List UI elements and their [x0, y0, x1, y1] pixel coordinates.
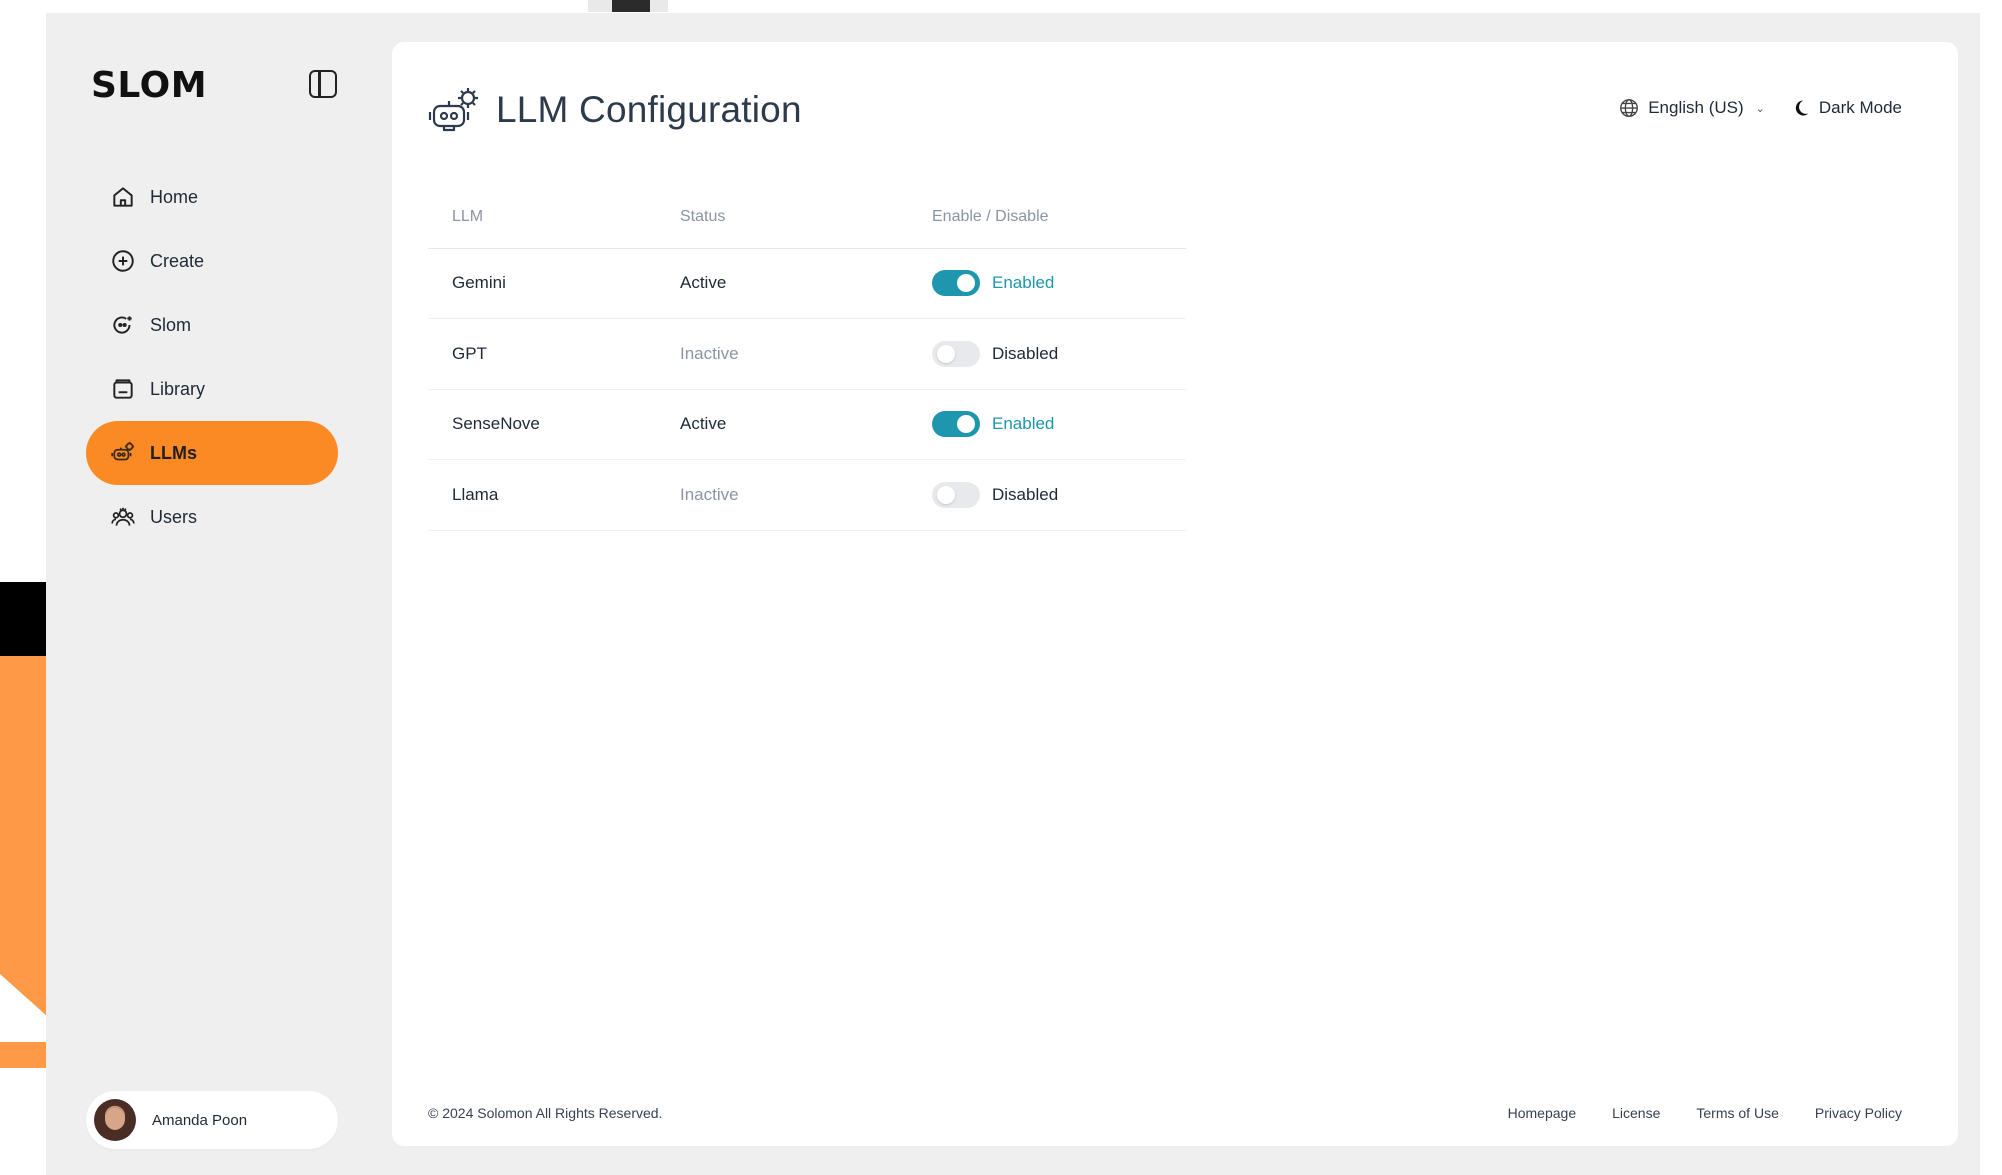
toggle-cell: Disabled	[908, 318, 1186, 390]
llm-name: GPT	[428, 318, 656, 390]
toggle-label: Disabled	[992, 343, 1059, 363]
sidebar-item-label: Home	[150, 186, 199, 207]
sidebar-item-users[interactable]: Users	[86, 485, 338, 549]
robot-icon	[428, 86, 482, 134]
app-logo: SLOM	[91, 65, 208, 106]
chat-bot-icon	[110, 312, 136, 338]
llm-name: SenseNove	[428, 389, 656, 460]
toggle-label: Enabled	[992, 414, 1055, 434]
enable-toggle-switch[interactable]	[932, 270, 980, 297]
table-row: Gemini Active Enabled	[428, 248, 1186, 319]
column-header-status: Status	[656, 186, 908, 249]
top-actions: English (US) ⌄ Dark Mode	[1618, 97, 1902, 119]
moon-icon	[1791, 98, 1811, 118]
dark-mode-toggle[interactable]: Dark Mode	[1791, 98, 1902, 118]
main-panel: LLM Configuration English (US) ⌄ Dark Mo…	[392, 42, 1958, 1146]
footer-link-license[interactable]: License	[1612, 1105, 1660, 1121]
sidebar-nav: Home Create Slom Library LLMs Users	[86, 165, 338, 549]
sidebar-item-label: Slom	[150, 314, 192, 335]
sidebar-item-label: LLMs	[150, 442, 197, 463]
llm-status: Inactive	[656, 318, 908, 390]
footer-link-homepage[interactable]: Homepage	[1508, 1105, 1577, 1121]
avatar	[94, 1099, 136, 1141]
language-select[interactable]: English (US) ⌄	[1618, 97, 1765, 119]
table-row: SenseNove Active Enabled	[428, 389, 1186, 460]
sidebar-item-create[interactable]: Create	[86, 229, 338, 293]
globe-icon	[1618, 97, 1640, 119]
plus-circle-icon	[110, 248, 136, 274]
llm-table: LLM Status Enable / Disable Gemini Activ…	[428, 186, 1186, 531]
background-tab-decoration	[588, 0, 668, 12]
llm-status: Active	[656, 389, 908, 460]
sidebar-item-label: Library	[150, 378, 206, 399]
table-row: GPT Inactive Disabled	[428, 318, 1186, 390]
robot-icon	[110, 440, 136, 466]
llm-name: Gemini	[428, 248, 656, 319]
toggle-cell: Enabled	[908, 389, 1186, 460]
language-value: English (US)	[1648, 98, 1744, 117]
sidebar-item-llms[interactable]: LLMs	[86, 421, 338, 485]
table-header-row: LLM Status Enable / Disable	[428, 186, 1186, 249]
sidebar-item-slom[interactable]: Slom	[86, 293, 338, 357]
footer-links: Homepage License Terms of Use Privacy Po…	[1508, 1105, 1902, 1121]
page-title: LLM Configuration	[496, 89, 802, 130]
sidebar-item-library[interactable]: Library	[86, 357, 338, 421]
copyright-text: © 2024 Solomon All Rights Reserved.	[428, 1105, 663, 1121]
chevron-down-icon: ⌄	[1755, 102, 1765, 115]
column-header-enable-disable: Enable / Disable	[908, 186, 1186, 249]
sidebar-item-home[interactable]: Home	[86, 165, 338, 229]
toggle-cell: Enabled	[908, 248, 1186, 319]
footer: © 2024 Solomon All Rights Reserved. Home…	[428, 1105, 1902, 1121]
sidebar-collapse-button[interactable]	[309, 70, 337, 98]
user-name: Amanda Poon	[152, 1111, 248, 1129]
home-icon	[110, 184, 136, 210]
footer-link-privacy[interactable]: Privacy Policy	[1815, 1105, 1902, 1121]
llm-name: Llama	[428, 459, 656, 531]
sidebar: SLOM Home Create Slom Library LLMs Users…	[46, 13, 392, 1175]
enable-toggle-switch[interactable]	[932, 481, 980, 508]
toggle-label: Enabled	[992, 273, 1055, 293]
toggle-cell: Disabled	[908, 459, 1186, 531]
app-window: SLOM Home Create Slom Library LLMs Users…	[46, 13, 1980, 1175]
sidebar-item-label: Create	[150, 250, 205, 271]
user-profile-card[interactable]: Amanda Poon	[86, 1091, 338, 1149]
table-row: Llama Inactive Disabled	[428, 459, 1186, 531]
enable-toggle-switch[interactable]	[932, 411, 980, 438]
column-header-llm: LLM	[428, 186, 656, 249]
sidebar-item-label: Users	[150, 506, 198, 527]
llm-status: Active	[656, 248, 908, 319]
dark-mode-label: Dark Mode	[1818, 98, 1902, 117]
enable-toggle-switch[interactable]	[932, 340, 980, 367]
footer-link-terms[interactable]: Terms of Use	[1696, 1105, 1778, 1121]
library-icon	[110, 376, 136, 402]
llm-status: Inactive	[656, 459, 908, 531]
page-header: LLM Configuration	[428, 86, 802, 134]
users-icon	[110, 504, 136, 530]
toggle-label: Disabled	[992, 484, 1059, 504]
